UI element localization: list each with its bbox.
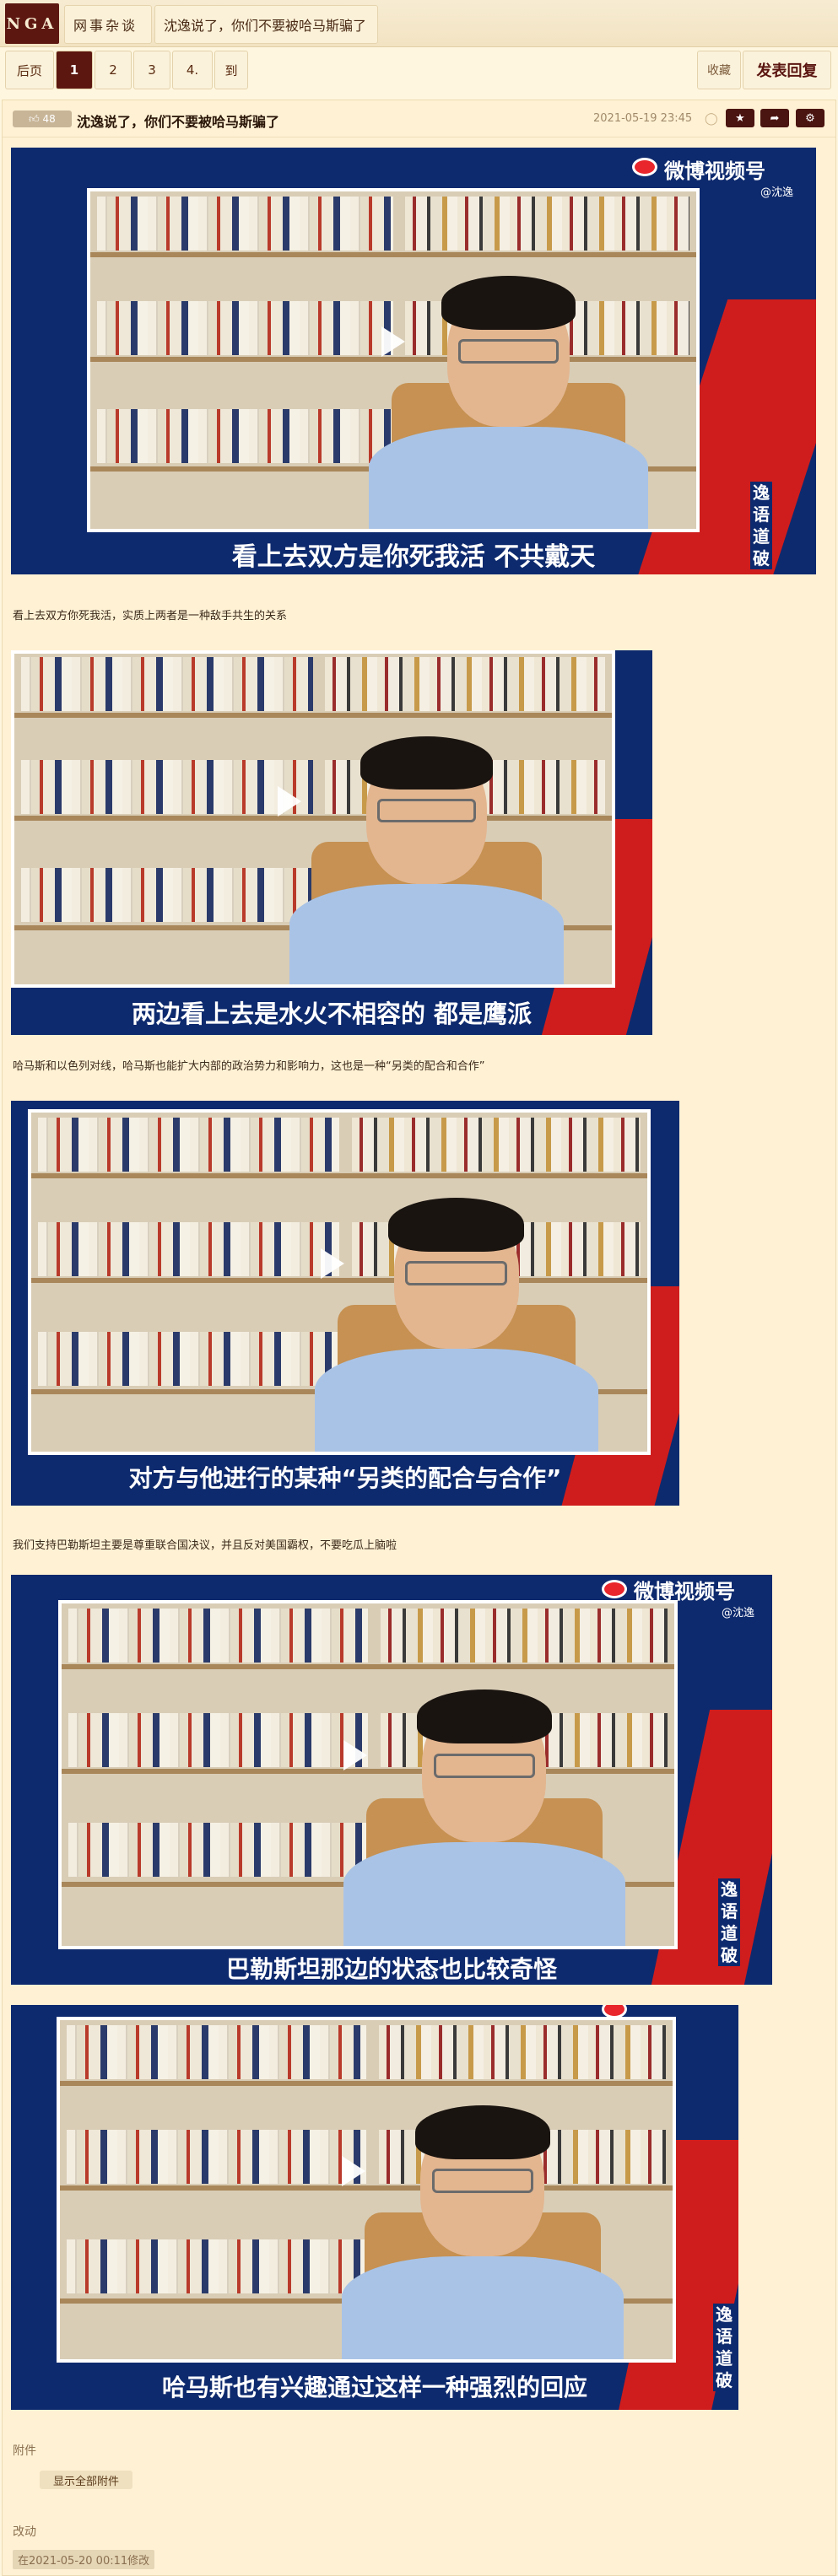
- speaker: [343, 1689, 625, 1946]
- pagination: 后页 1 2 3 4. 到 收藏 发表回复: [0, 51, 838, 93]
- speaker: [289, 736, 565, 984]
- breadcrumb-thread[interactable]: 沈逸说了，你们不要被哈马斯骗了: [154, 5, 378, 44]
- shelf: [31, 1173, 647, 1178]
- bookshelf: [68, 1713, 368, 1767]
- like-badge[interactable]: 👍︎ 48: [13, 110, 72, 127]
- weibo-eye-icon: [602, 1580, 627, 1598]
- breadcrumb-forum[interactable]: 网事杂谈: [64, 5, 152, 44]
- page-1-button[interactable]: 1: [56, 51, 93, 89]
- edit-note: 在2021-05-20 00:11修改: [13, 2550, 155, 2569]
- shelf: [14, 713, 612, 718]
- share-icon[interactable]: ➦: [760, 109, 789, 127]
- show-attachments-button[interactable]: 显示全部附件: [40, 2471, 132, 2489]
- edit-label: 改动: [13, 2525, 36, 2539]
- video-screenshot-5[interactable]: 逸语道破 哈马斯也有兴趣通过这样一种强烈的回应: [11, 2005, 738, 2410]
- video-frame: [28, 1109, 651, 1455]
- page-2-button[interactable]: 2: [95, 51, 132, 89]
- bookshelf: [67, 2025, 366, 2079]
- play-icon[interactable]: [277, 785, 301, 816]
- post-paragraph: 我们支持巴勒斯坦主要是尊重联合国决议，并且反对美国霸权，不要吃瓜上脑啦: [13, 1539, 397, 1552]
- speaker: [314, 1198, 598, 1452]
- bookshelf: [378, 2025, 666, 2079]
- bookshelf: [68, 1823, 368, 1877]
- gear-icon[interactable]: ⚙: [796, 109, 824, 127]
- play-icon[interactable]: [321, 1248, 345, 1279]
- video-frame: [57, 2017, 676, 2363]
- goto-page-button[interactable]: 到: [214, 51, 248, 89]
- shelf: [60, 2081, 673, 2086]
- video-caption: 对方与他进行的某种“另类的配合与合作”: [128, 1464, 562, 1492]
- bookshelf: [97, 197, 393, 251]
- video-caption: 巴勒斯坦那边的状态也比较奇怪: [225, 1955, 557, 1983]
- post-date: 2021-05-19 23:45: [593, 112, 693, 125]
- post-reply-button[interactable]: 发表回复: [743, 51, 831, 89]
- bookshelf: [38, 1222, 339, 1276]
- bookshelf: [380, 1609, 668, 1663]
- page-4-button[interactable]: 4.: [172, 51, 213, 89]
- bookshelf: [38, 1332, 339, 1386]
- play-icon[interactable]: [381, 326, 405, 357]
- bookshelf: [68, 1609, 368, 1663]
- thumb-icon: 👍︎: [29, 112, 43, 125]
- post-header: 👍︎ 48 沈逸说了，你们不要被哈马斯骗了 2021-05-19 23:45 ◯…: [3, 100, 835, 137]
- weibo-handle: @沈逸: [722, 1607, 755, 1619]
- weibo-handle: @沈逸: [760, 186, 794, 199]
- bookshelf: [351, 1118, 641, 1172]
- bookshelf: [38, 1118, 339, 1172]
- play-icon[interactable]: [341, 2155, 365, 2186]
- like-count: 48: [42, 113, 56, 125]
- bookshelf: [21, 868, 313, 922]
- bookshelf: [325, 657, 605, 711]
- video-frame: [58, 1600, 678, 1949]
- nga-logo[interactable]: NGA: [5, 3, 59, 44]
- favorite-button[interactable]: 收藏: [697, 51, 741, 89]
- star-icon[interactable]: ★: [726, 109, 754, 127]
- video-frame: [87, 188, 700, 532]
- prev-page-button[interactable]: 后页: [5, 51, 54, 89]
- video-screenshot-2[interactable]: 两边看上去是水火不相容的 都是鹰派: [11, 650, 652, 1035]
- page-3-button[interactable]: 3: [133, 51, 170, 89]
- play-icon[interactable]: [343, 1740, 367, 1771]
- speaker: [341, 2105, 624, 2359]
- bookshelf: [97, 301, 393, 355]
- video-caption: 两边看上去是水火不相容的 都是鹰派: [131, 1000, 533, 1028]
- weibo-watermark: 微博视频号: [664, 159, 765, 183]
- post-title: 沈逸说了，你们不要被哈马斯骗了: [77, 114, 280, 130]
- bookshelf: [405, 197, 689, 251]
- top-bar: NGA 网事杂谈 沈逸说了，你们不要被哈马斯骗了: [0, 0, 838, 47]
- bookshelf: [21, 760, 313, 814]
- dot-icon: ◯: [705, 112, 718, 126]
- bookshelf: [21, 657, 313, 711]
- post-paragraph: 哈马斯和以色列对线，哈马斯也能扩大内部的政治势力和影响力，这也是一种“另类的配合…: [13, 1060, 485, 1073]
- video-screenshot-1[interactable]: 微博视频号 @沈逸 逸语道破 看上去双方是你死我活 不共戴天: [11, 148, 816, 574]
- weibo-eye-icon: [632, 158, 657, 176]
- bookshelf: [67, 2130, 366, 2184]
- post-paragraph: 看上去双方你死我活，实质上两者是一种敌手共生的关系: [13, 610, 288, 622]
- attachments-label: 附件: [13, 2444, 36, 2458]
- video-caption: 看上去双方是你死我活 不共戴天: [231, 542, 596, 572]
- shelf: [90, 252, 696, 257]
- video-screenshot-3[interactable]: 对方与他进行的某种“另类的配合与合作”: [11, 1101, 679, 1506]
- video-frame: [11, 650, 615, 988]
- video-screenshot-4[interactable]: 微博视频号 @沈逸 逸语道破 巴勒斯坦那边的状态也比较奇怪: [11, 1575, 772, 1985]
- bookshelf: [97, 409, 393, 463]
- post: 👍︎ 48 沈逸说了，你们不要被哈马斯骗了 2021-05-19 23:45 ◯…: [2, 100, 836, 2576]
- video-caption: 哈马斯也有兴趣通过这样一种强烈的回应: [161, 2374, 587, 2401]
- speaker: [369, 276, 648, 529]
- bookshelf: [67, 2239, 366, 2293]
- shelf: [62, 1664, 674, 1669]
